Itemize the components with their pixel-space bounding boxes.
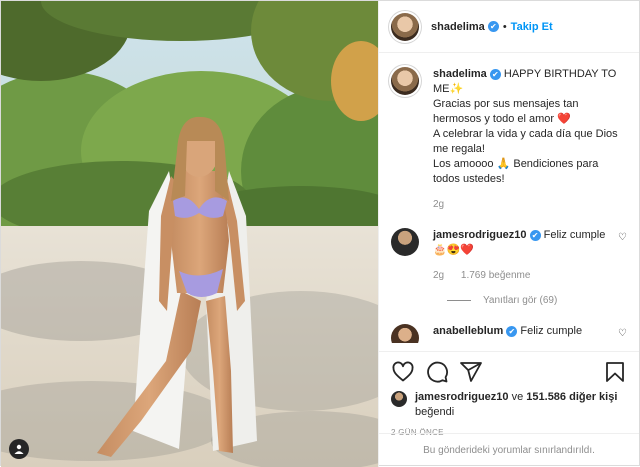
verified-badge-icon: ✔ (506, 325, 518, 337)
caption-username[interactable]: shadelima (433, 68, 487, 80)
heart-icon[interactable] (391, 360, 415, 384)
comment-time[interactable]: 2g (433, 270, 444, 281)
likes-conjunction: ve (508, 391, 527, 403)
likes-suffix: beğendi (415, 406, 455, 418)
avatar[interactable] (391, 324, 419, 343)
comment-like-heart-icon[interactable]: ♡ (618, 328, 627, 339)
user-tag-icon[interactable] (9, 439, 29, 459)
post-photo[interactable] (1, 1, 378, 467)
share-icon[interactable] (459, 360, 483, 384)
view-replies-label: Yanıtları gör (69) (483, 295, 558, 306)
caption: shadelima ✔ HAPPY BIRTHDAY TO ME✨ Gracias… (391, 67, 627, 212)
comment-likes[interactable]: 1.769 beğenme (461, 270, 531, 281)
avatar[interactable] (391, 67, 419, 95)
avatar[interactable] (391, 391, 407, 407)
action-bar: jamesrodriguez10 ve 151.586 diğer kişi b… (379, 351, 639, 437)
caption-text: Gracias por sus mensajes tan hermosos y … (433, 98, 618, 185)
caption-time[interactable]: 2g (433, 199, 444, 210)
avatar[interactable] (391, 228, 419, 256)
comment-icon[interactable] (425, 360, 449, 384)
likes-count[interactable]: 151.586 diğer kişi (526, 391, 617, 403)
likes-user[interactable]: jamesrodriguez10 (415, 391, 509, 403)
view-replies-button[interactable]: Yanıtları gör (69) (447, 295, 627, 306)
follow-button[interactable]: Takip Et (511, 21, 553, 33)
separator: • (502, 20, 507, 33)
comment-username[interactable]: jamesrodriguez10 (433, 229, 527, 241)
likes-summary: jamesrodriguez10 ve 151.586 diğer kişi b… (391, 390, 627, 420)
comment-item: anabelleblum ✔ Feliz cumple ♡ (391, 324, 627, 343)
comment-emoji: 🎂😍❤️ (433, 244, 475, 256)
comment-text: Feliz cumple (520, 325, 583, 337)
comment-username[interactable]: anabelleblum (433, 325, 503, 337)
beach-photo (1, 1, 378, 467)
avatar[interactable] (391, 12, 419, 41)
verified-badge-icon: ✔ (487, 21, 499, 32)
bookmark-icon[interactable] (603, 360, 627, 384)
verified-badge-icon: ✔ (529, 229, 541, 241)
post-sidebar: shadelima ✔ • Takip Et shadelima ✔ HAPPY … (378, 1, 639, 467)
verified-badge-icon: ✔ (489, 68, 501, 80)
caption-emoji: ✨ (449, 83, 464, 95)
comment-text: Feliz cumple (543, 229, 606, 241)
header-username[interactable]: shadelima (431, 21, 485, 33)
comments-list[interactable]: shadelima ✔ HAPPY BIRTHDAY TO ME✨ Gracias… (379, 53, 639, 343)
replies-divider (447, 300, 471, 301)
post-header: shadelima ✔ • Takip Et (379, 1, 639, 53)
comment-item: jamesrodriguez10 ✔ Feliz cumple 🎂😍❤️ 2g 1… (391, 228, 627, 283)
comment-like-heart-icon[interactable]: ♡ (618, 232, 627, 243)
instagram-post: shadelima ✔ • Takip Et shadelima ✔ HAPPY … (0, 0, 640, 467)
comments-limited-notice: Bu gönderideki yorumlar sınırlandırıldı. (379, 433, 639, 467)
